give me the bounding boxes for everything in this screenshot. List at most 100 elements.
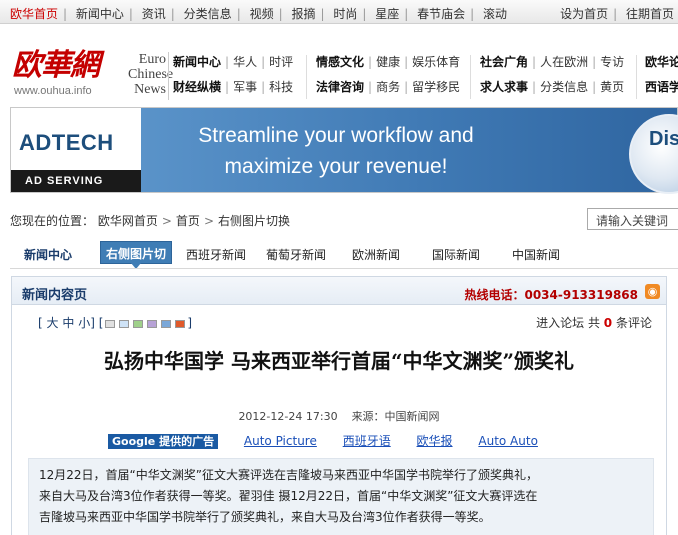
- nav-seeking[interactable]: 求人求事: [480, 80, 528, 94]
- hotline: 热线电话：0034-913319868: [464, 288, 638, 302]
- font-size-large[interactable]: 大: [47, 316, 59, 330]
- ad-banner[interactable]: ADTECH AD SERVING Streamline your workfl…: [10, 107, 678, 194]
- top-nav-scroll[interactable]: 滚动: [483, 7, 507, 21]
- nav-yellow-pages[interactable]: 黄页: [600, 80, 624, 94]
- bg-color-swatch-purple[interactable]: [147, 319, 158, 328]
- nav-in-europe[interactable]: 人在欧洲: [540, 55, 588, 69]
- content-header: 新闻内容页 热线电话：0034-913319868 ◉: [12, 277, 666, 305]
- font-size-medium[interactable]: 中: [62, 316, 74, 330]
- ad-brand-tagline: AD SERVING: [11, 170, 141, 192]
- set-homepage-link[interactable]: 设为首页: [560, 7, 608, 21]
- breadcrumb: 您现在的位置： 欧华网首页 > 首页 > 右侧图片切换: [10, 214, 291, 228]
- breadcrumb-home[interactable]: 首页: [176, 214, 200, 228]
- nav-classifieds[interactable]: 分类信息: [540, 80, 588, 94]
- tabs-divider: [10, 268, 678, 269]
- nav-society[interactable]: 社会广角: [480, 55, 528, 69]
- logo-divider: [168, 52, 169, 100]
- nav-finance[interactable]: 财经纵横: [173, 80, 221, 94]
- top-right-links: 设为首页 | 往期首页: [560, 7, 674, 21]
- font-size-controls: [ 大 中 小] []: [38, 316, 193, 330]
- nav-immigration[interactable]: 留学移民: [412, 80, 460, 94]
- nav-legal[interactable]: 法律咨询: [316, 80, 364, 94]
- section-tabs: 新闻中心 右侧图片切 西班牙新闻 葡萄牙新闻 欧洲新闻 国际新闻 中国新闻: [10, 236, 678, 269]
- summary-line: 12月22日，首届“中华文渊奖”征文大赛评选在吉隆坡马来西亚中华国学书院举行了颁…: [39, 468, 538, 482]
- top-nav: 欧华首页 | 新闻中心 | 资讯 | 分类信息 | 视频 | 报摘 | 时尚 | 星座 | 春节…: [10, 7, 508, 21]
- site-logo[interactable]: 欧華網: [12, 50, 122, 82]
- nav-news-center[interactable]: 新闻中心: [173, 55, 221, 69]
- search-input[interactable]: 请输入关键词: [587, 208, 678, 230]
- nav-spanish-learning[interactable]: 西语学: [645, 80, 678, 94]
- google-ads: Google 提供的广告 Auto Picture 西班牙语 欧华报 Auto …: [108, 432, 538, 449]
- enter-forum-link[interactable]: 进入论坛: [536, 316, 584, 330]
- nav-chinese[interactable]: 华人: [233, 55, 257, 69]
- ad-link-ouhua-paper[interactable]: 欧华报: [417, 434, 453, 448]
- nav-commentary[interactable]: 时评: [269, 55, 293, 69]
- tab-news-center[interactable]: 新闻中心: [24, 246, 72, 263]
- comments-link[interactable]: 条评论: [616, 316, 652, 330]
- nav-culture[interactable]: 情感文化: [316, 55, 364, 69]
- bg-color-swatch-sky[interactable]: [161, 319, 172, 328]
- article-source: 来源：中国新闻网: [351, 410, 440, 423]
- top-nav-classifieds[interactable]: 分类信息: [184, 7, 232, 21]
- news-content-box: 新闻内容页 热线电话：0034-913319868 ◉ [ 大 中 小] [] …: [11, 276, 667, 535]
- comment-count: 0: [603, 316, 613, 330]
- bg-color-swatch-green[interactable]: [133, 319, 144, 328]
- tab-spain-news[interactable]: 西班牙新闻: [186, 246, 246, 263]
- top-bar: 欧华首页 | 新闻中心 | 资讯 | 分类信息 | 视频 | 报摘 | 时尚 | 星座 | 春节…: [0, 0, 678, 24]
- top-nav-info[interactable]: 资讯: [142, 7, 166, 21]
- tab-china-news[interactable]: 中国新闻: [512, 246, 560, 263]
- bg-color-swatch-gray[interactable]: [105, 319, 116, 328]
- tab-europe-news[interactable]: 欧洲新闻: [352, 246, 400, 263]
- nav-business[interactable]: 商务: [376, 80, 400, 94]
- header-nav-col-3: 社会广角 | 人在欧洲 | 专访 求人求事 | 分类信息 | 黄页: [480, 55, 625, 94]
- header-nav-col-1: 新闻中心 | 华人 | 时评 财经纵横 | 军事 | 科技: [173, 55, 294, 94]
- tab-right-image-switch[interactable]: 右侧图片切: [100, 241, 173, 269]
- ad-message-panel: Streamline your workflow and maximize yo…: [141, 108, 678, 194]
- nav-interviews[interactable]: 专访: [600, 55, 624, 69]
- ad-disc-text: Dis: [649, 128, 678, 150]
- ad-brand-logo: ADTECH: [19, 130, 114, 155]
- font-size-small[interactable]: 小: [78, 316, 90, 330]
- tab-portugal-news[interactable]: 葡萄牙新闻: [266, 246, 326, 263]
- top-nav-digest[interactable]: 报摘: [291, 7, 315, 21]
- nav-health[interactable]: 健康: [376, 55, 400, 69]
- ad-link-auto-auto[interactable]: Auto Auto: [478, 434, 538, 448]
- past-homepages-link[interactable]: 往期首页: [626, 7, 674, 21]
- article-headline: 弘扬中华国学 马来西亚举行首届“中华文渊奖”颁奖礼: [104, 349, 574, 373]
- top-nav-horoscope[interactable]: 星座: [375, 7, 399, 21]
- article-meta: 2012-12-24 17:30 来源：中国新闻网: [12, 408, 666, 424]
- breadcrumb-prefix: 您现在的位置：: [10, 214, 95, 228]
- top-nav-festival[interactable]: 春节庙会: [417, 7, 465, 21]
- header-nav-col-2: 情感文化 | 健康 | 娱乐体育 法律咨询 | 商务 | 留学移民: [316, 55, 461, 94]
- ad-link-auto-picture[interactable]: Auto Picture: [244, 434, 317, 448]
- top-nav-news[interactable]: 新闻中心: [76, 7, 124, 21]
- summary-line: 来自大马及台湾3位作者获得一等奖。翟羽佳 摄12月22日，首届“中华文渊奖”征文…: [39, 489, 538, 503]
- bg-color-swatch-orange[interactable]: [175, 319, 186, 328]
- tab-international-news[interactable]: 国际新闻: [432, 246, 480, 263]
- logo-chinese: 欧華網: [12, 48, 100, 83]
- bg-color-swatch-blue[interactable]: [119, 319, 130, 328]
- nav-entertainment[interactable]: 娱乐体育: [412, 55, 460, 69]
- article-summary: 12月22日，首届“中华文渊奖”征文大赛评选在吉隆坡马来西亚中华国学书院举行了颁…: [28, 458, 654, 535]
- ad-link-spanish[interactable]: 西班牙语: [343, 434, 391, 448]
- forum-comments: 进入论坛 共 0 条评论: [536, 316, 652, 330]
- top-nav-video[interactable]: 视频: [250, 7, 274, 21]
- top-nav-fashion[interactable]: 时尚: [333, 7, 357, 21]
- google-ads-label[interactable]: Google 提供的广告: [108, 434, 219, 449]
- ad-brand-panel: ADTECH AD SERVING: [11, 108, 141, 192]
- header-nav-col-4: 欧华论 西语学: [645, 55, 678, 105]
- breadcrumb-current[interactable]: 右侧图片切换: [218, 214, 290, 228]
- section-title: 新闻内容页: [22, 288, 88, 303]
- nav-military[interactable]: 军事: [233, 80, 257, 94]
- breadcrumb-site-home[interactable]: 欧华网首页: [98, 214, 158, 228]
- article-date: 2012-12-24 17:30: [238, 410, 338, 423]
- top-nav-home[interactable]: 欧华首页: [10, 7, 58, 21]
- logo-url: www.ouhua.info: [14, 85, 92, 97]
- ad-disc-graphic: [629, 114, 678, 194]
- nav-ouhua-forum[interactable]: 欧华论: [645, 55, 678, 69]
- ad-headline: Streamline your workflow and maximize yo…: [198, 124, 474, 178]
- nav-tech[interactable]: 科技: [269, 80, 293, 94]
- rss-icon[interactable]: ◉: [645, 284, 660, 299]
- logo-english: Euro Chinese News: [128, 52, 174, 97]
- summary-line: 吉隆坡马来西亚中华国学书院举行了颁奖典礼，来自大马及台湾3位作者获得一等奖。: [39, 510, 491, 524]
